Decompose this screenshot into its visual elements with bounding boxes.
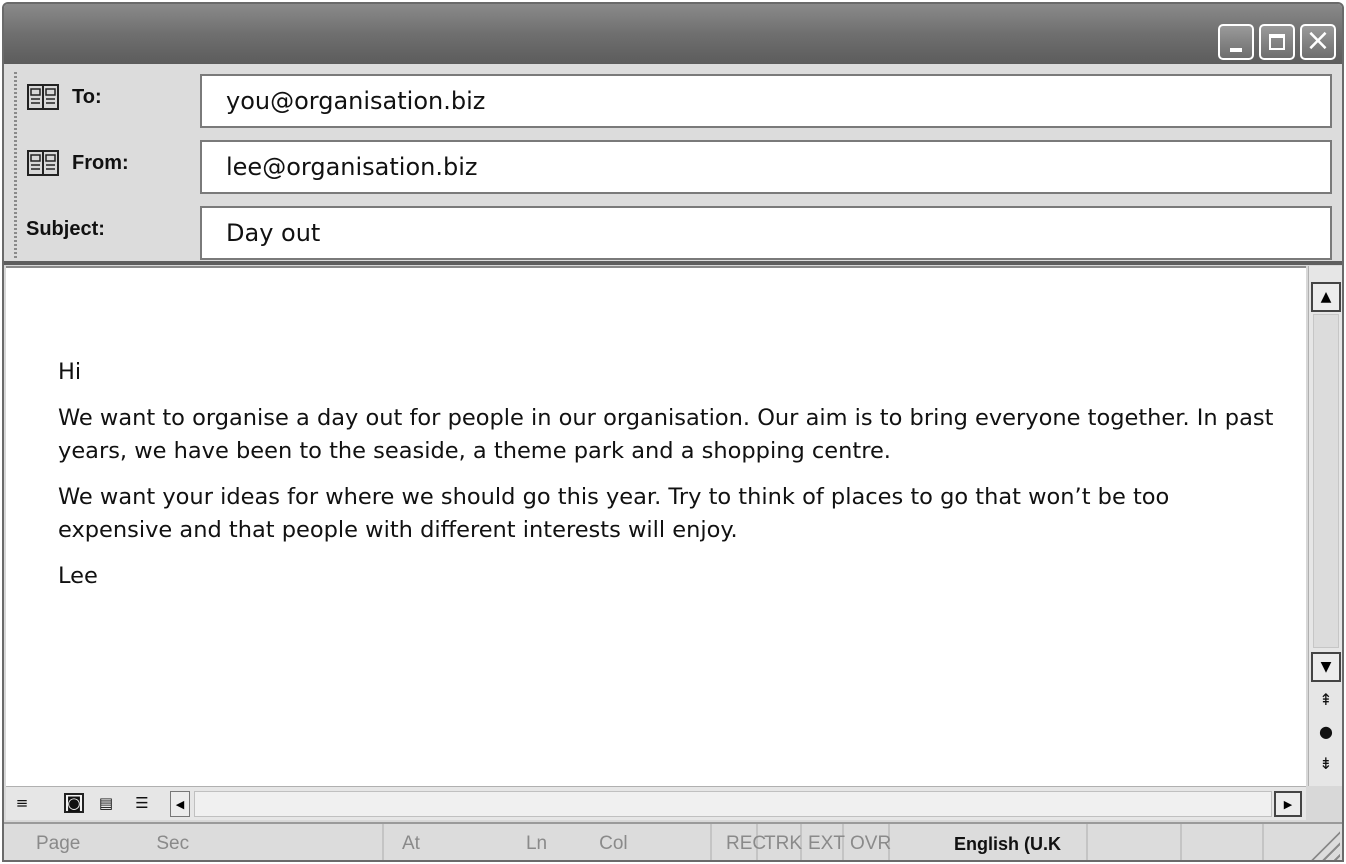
minimize-icon bbox=[1230, 48, 1242, 52]
status-language-label: English (U.K bbox=[954, 833, 1061, 854]
resize-grip[interactable] bbox=[1310, 830, 1340, 860]
address-book-icon[interactable] bbox=[26, 82, 60, 112]
scroll-left-button[interactable]: ◀ bbox=[170, 791, 190, 817]
scroll-thumb[interactable] bbox=[1313, 314, 1339, 648]
outline-view-button[interactable]: ☰ bbox=[132, 793, 152, 813]
to-label-group[interactable]: To: bbox=[26, 68, 102, 126]
normal-view-icon: ≡ bbox=[15, 794, 29, 812]
email-window: × To: you@organisation.biz From: lee@org… bbox=[2, 2, 1344, 862]
status-extra bbox=[1184, 824, 1264, 860]
vertical-scrollbar[interactable]: ▲ ▼ ⇞ ● ⇟ bbox=[1308, 266, 1342, 786]
status-page: Page bbox=[36, 833, 81, 854]
status-ovr-label: OVR bbox=[850, 833, 892, 854]
title-bar[interactable]: × bbox=[4, 4, 1342, 64]
message-greeting: Hi bbox=[58, 359, 82, 385]
close-button[interactable]: × bbox=[1300, 23, 1336, 60]
web-layout-icon: ◙ bbox=[66, 794, 82, 812]
from-field[interactable]: lee@organisation.biz bbox=[200, 140, 1332, 194]
scroll-down-button[interactable]: ▼ bbox=[1311, 652, 1341, 682]
subject-label-group: Subject: bbox=[26, 200, 105, 258]
status-trk-label: TRK bbox=[764, 833, 802, 854]
status-col: Col bbox=[599, 833, 628, 854]
double-down-arrow-icon: ⇟ bbox=[1319, 754, 1333, 773]
status-rec[interactable]: REC bbox=[714, 824, 766, 860]
arrow-up-icon: ▲ bbox=[1320, 289, 1332, 305]
print-layout-icon: ▤ bbox=[98, 794, 114, 812]
normal-view-button[interactable]: ≡ bbox=[12, 793, 32, 813]
to-label: To: bbox=[72, 85, 102, 108]
message-text: Hi We want to organise a day out for peo… bbox=[58, 356, 1278, 606]
horizontal-scroll-track[interactable] bbox=[194, 791, 1272, 817]
outline-view-icon: ☰ bbox=[135, 794, 149, 812]
maximize-button[interactable] bbox=[1259, 24, 1295, 60]
arrow-right-icon: ▶ bbox=[1283, 797, 1293, 811]
status-page-section[interactable]: Page Sec bbox=[4, 824, 384, 860]
arrow-down-icon: ▼ bbox=[1320, 659, 1332, 675]
status-sec: Sec bbox=[156, 833, 190, 854]
to-field[interactable]: you@organisation.biz bbox=[200, 74, 1332, 128]
browse-circle-icon: ● bbox=[1319, 722, 1333, 741]
message-signoff: Lee bbox=[58, 563, 98, 589]
status-position-section[interactable]: At Ln Col bbox=[386, 824, 712, 860]
scroll-up-button[interactable]: ▲ bbox=[1311, 282, 1341, 312]
subject-label: Subject: bbox=[26, 217, 105, 240]
address-book-icon[interactable] bbox=[26, 148, 60, 178]
select-browse-object-button[interactable]: ● bbox=[1309, 722, 1342, 741]
status-ln: Ln bbox=[525, 833, 548, 854]
message-paragraph-2: We want your ideas for where we should g… bbox=[58, 484, 1170, 543]
status-ovr[interactable]: OVR bbox=[846, 824, 892, 860]
message-body[interactable]: Hi We want to organise a day out for peo… bbox=[6, 266, 1306, 786]
arrow-left-icon: ◀ bbox=[175, 797, 185, 811]
message-paragraph-1: We want to organise a day out for people… bbox=[58, 405, 1274, 464]
from-label: From: bbox=[72, 151, 129, 174]
status-spelling[interactable] bbox=[1090, 824, 1182, 860]
double-up-arrow-icon: ⇞ bbox=[1319, 690, 1333, 709]
message-header: To: you@organisation.biz From: lee@organ… bbox=[4, 64, 1342, 264]
status-bar: Page Sec At Ln Col REC TRK EXT OVR Engli… bbox=[4, 822, 1342, 860]
status-at: At bbox=[402, 833, 420, 854]
horizontal-scroll-row: ≡ ◙ ▤ ☰ ◀ ▶ bbox=[6, 786, 1306, 820]
web-layout-view-button[interactable]: ◙ bbox=[64, 793, 84, 813]
status-trk[interactable]: TRK bbox=[760, 824, 802, 860]
to-row: To: you@organisation.biz bbox=[4, 68, 1342, 128]
from-row: From: lee@organisation.biz bbox=[4, 134, 1342, 194]
status-language[interactable]: English (U.K bbox=[892, 824, 1088, 860]
print-layout-view-button[interactable]: ▤ bbox=[96, 793, 116, 813]
previous-page-button[interactable]: ⇞ bbox=[1309, 690, 1342, 709]
minimize-button[interactable] bbox=[1218, 24, 1254, 60]
status-ext-label: EXT bbox=[808, 833, 845, 854]
subject-row: Subject: Day out bbox=[4, 200, 1342, 260]
window-controls: × bbox=[1218, 23, 1336, 60]
header-divider bbox=[4, 261, 1342, 265]
maximize-icon bbox=[1269, 34, 1285, 50]
subject-field[interactable]: Day out bbox=[200, 206, 1332, 260]
next-page-button[interactable]: ⇟ bbox=[1309, 754, 1342, 773]
scroll-right-button[interactable]: ▶ bbox=[1274, 791, 1302, 817]
from-label-group[interactable]: From: bbox=[26, 134, 129, 192]
close-icon: × bbox=[1305, 23, 1331, 58]
status-ext[interactable]: EXT bbox=[804, 824, 845, 860]
